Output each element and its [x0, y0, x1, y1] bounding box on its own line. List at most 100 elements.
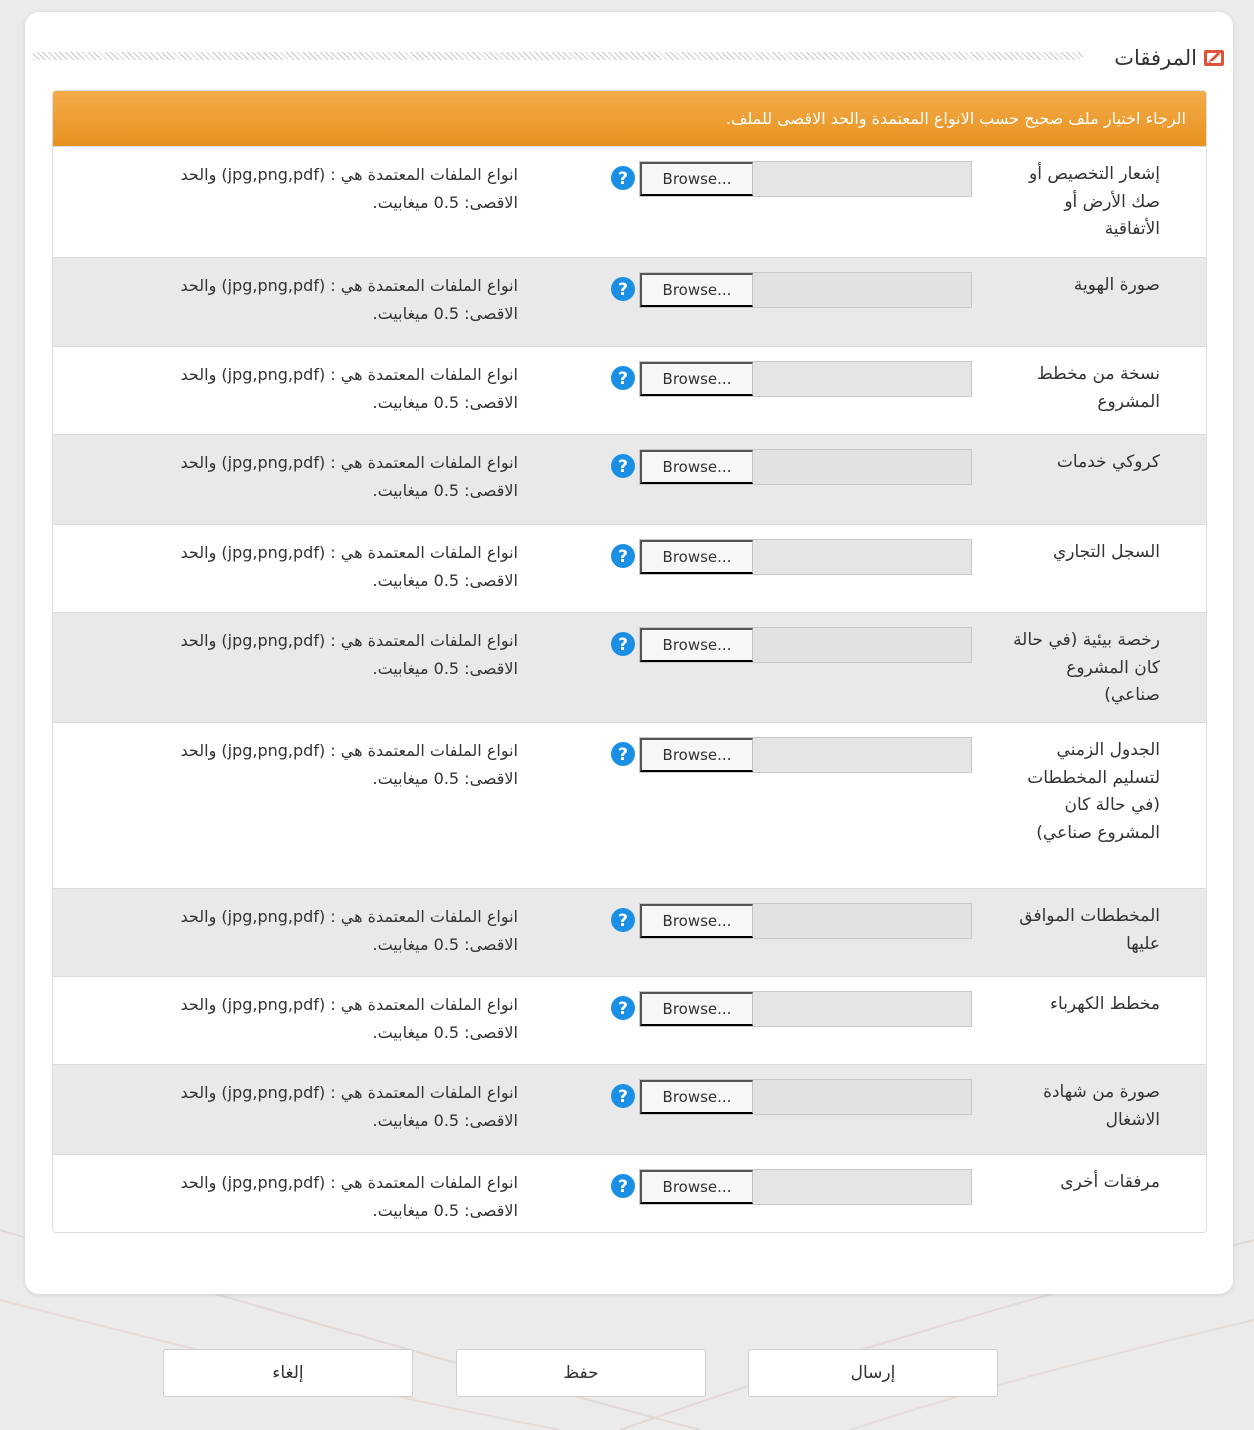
browse-button[interactable]: Browse... — [640, 992, 753, 1026]
file-hint-size: الاقصى: 0.5 ميغابيت. — [372, 1022, 518, 1042]
help-icon[interactable]: ? — [610, 165, 636, 191]
file-hint-types: انواع الملفات المعتمدة هي : (jpg,png,pdf… — [180, 453, 518, 472]
attachments-card: المرفقات الرجاء اختيار ملف صحيح حسب الان… — [25, 12, 1233, 1294]
file-hint: انواع الملفات المعتمدة هي : (jpg,png,pdf… — [108, 627, 518, 682]
attachment-label: صورة من شهادة الاشغال — [1043, 1082, 1160, 1130]
section-title-text: المرفقات — [1114, 46, 1197, 70]
help-icon[interactable]: ? — [610, 907, 636, 933]
header-divider — [33, 52, 1083, 60]
section-title: المرفقات — [1114, 38, 1225, 78]
file-hint-size: الاقصى: 0.5 ميغابيت. — [372, 480, 518, 500]
file-input[interactable]: Browse... — [639, 449, 972, 485]
help-icon[interactable]: ? — [610, 276, 636, 302]
form-actions: إلغاء حفظ إرسال — [0, 1349, 1254, 1399]
file-type-alert: الرجاء اختيار ملف صحيح حسب الانواع المعت… — [53, 91, 1206, 146]
file-hint: انواع الملفات المعتمدة هي : (jpg,png,pdf… — [108, 903, 518, 958]
help-icon[interactable]: ? — [610, 543, 636, 569]
file-input[interactable]: Browse... — [639, 737, 972, 773]
file-hint: انواع الملفات المعتمدة هي : (jpg,png,pdf… — [108, 991, 518, 1046]
browse-button[interactable]: Browse... — [640, 362, 753, 396]
file-hint-types: انواع الملفات المعتمدة هي : (jpg,png,pdf… — [180, 1083, 518, 1102]
file-input[interactable]: Browse... — [639, 627, 972, 663]
attachment-row: المخططات الموافق عليها Browse... ? انواع… — [53, 888, 1206, 976]
attachment-row: الجدول الزمني لتسليم المخططات (في حالة ك… — [53, 722, 1206, 888]
attachment-label: المخططات الموافق عليها — [1019, 906, 1160, 954]
file-hint-size: الاقصى: 0.5 ميغابيت. — [372, 768, 518, 788]
file-input[interactable]: Browse... — [639, 903, 972, 939]
file-hint-size: الاقصى: 0.5 ميغابيت. — [372, 1200, 518, 1220]
attachments-list: إشعار التخصيص أو صك الأرض أو الأتفاقية B… — [53, 146, 1206, 1232]
attachment-row: مخطط الكهرباء Browse... ? انواع الملفات … — [53, 976, 1206, 1064]
browse-button[interactable]: Browse... — [640, 904, 753, 938]
file-hint-size: الاقصى: 0.5 ميغابيت. — [372, 1110, 518, 1130]
file-input[interactable]: Browse... — [639, 539, 972, 575]
attachment-label: الجدول الزمني لتسليم المخططات (في حالة ك… — [1027, 740, 1160, 843]
file-hint-size: الاقصى: 0.5 ميغابيت. — [372, 192, 518, 212]
save-button[interactable]: حفظ — [456, 1349, 706, 1397]
attachment-label: نسخة من مخطط المشروع — [1036, 364, 1160, 412]
file-hint-types: انواع الملفات المعتمدة هي : (jpg,png,pdf… — [180, 1173, 518, 1192]
file-hint-types: انواع الملفات المعتمدة هي : (jpg,png,pdf… — [180, 543, 518, 562]
svg-text:?: ? — [618, 1177, 628, 1197]
attachment-label: مرفقات أخرى — [1060, 1172, 1160, 1192]
attachment-label: رخصة بيئية (في حالة كان المشروع صناعي) — [1013, 630, 1160, 705]
file-input[interactable]: Browse... — [639, 361, 972, 397]
attachment-label: إشعار التخصيص أو صك الأرض أو الأتفاقية — [1028, 164, 1160, 239]
svg-text:?: ? — [618, 169, 628, 189]
file-hint-size: الاقصى: 0.5 ميغابيت. — [372, 392, 518, 412]
attachments-panel: الرجاء اختيار ملف صحيح حسب الانواع المعت… — [52, 90, 1207, 1233]
cancel-button[interactable]: إلغاء — [163, 1349, 413, 1397]
browse-button[interactable]: Browse... — [640, 162, 753, 196]
svg-text:?: ? — [618, 911, 628, 931]
attachment-label: مخطط الكهرباء — [1050, 994, 1160, 1014]
help-icon[interactable]: ? — [610, 453, 636, 479]
file-hint-types: انواع الملفات المعتمدة هي : (jpg,png,pdf… — [180, 631, 518, 650]
file-input[interactable]: Browse... — [639, 1079, 972, 1115]
help-icon[interactable]: ? — [610, 365, 636, 391]
browse-button[interactable]: Browse... — [640, 1170, 753, 1204]
attachment-row: صورة من شهادة الاشغال Browse... ? انواع … — [53, 1064, 1206, 1154]
attachment-row: نسخة من مخطط المشروع Browse... ? انواع ا… — [53, 346, 1206, 434]
file-hint-types: انواع الملفات المعتمدة هي : (jpg,png,pdf… — [180, 365, 518, 384]
file-hint: انواع الملفات المعتمدة هي : (jpg,png,pdf… — [108, 737, 518, 792]
alert-text: الرجاء اختيار ملف صحيح حسب الانواع المعت… — [725, 109, 1186, 128]
svg-text:?: ? — [618, 1087, 628, 1107]
help-icon[interactable]: ? — [610, 1083, 636, 1109]
file-hint: انواع الملفات المعتمدة هي : (jpg,png,pdf… — [108, 361, 518, 416]
submit-button[interactable]: إرسال — [748, 1349, 998, 1397]
file-hint-types: انواع الملفات المعتمدة هي : (jpg,png,pdf… — [180, 995, 518, 1014]
svg-text:?: ? — [618, 635, 628, 655]
file-input[interactable]: Browse... — [639, 991, 972, 1027]
file-hint-types: انواع الملفات المعتمدة هي : (jpg,png,pdf… — [180, 741, 518, 760]
help-icon[interactable]: ? — [610, 631, 636, 657]
file-hint: انواع الملفات المعتمدة هي : (jpg,png,pdf… — [108, 1079, 518, 1134]
section-header: المرفقات — [25, 38, 1233, 78]
attachment-row: كروكي خدمات Browse... ? انواع الملفات ال… — [53, 434, 1206, 524]
file-input[interactable]: Browse... — [639, 272, 972, 308]
file-input[interactable]: Browse... — [639, 1169, 972, 1205]
browse-button[interactable]: Browse... — [640, 628, 753, 662]
browse-button[interactable]: Browse... — [640, 450, 753, 484]
file-hint-size: الاقصى: 0.5 ميغابيت. — [372, 658, 518, 678]
browse-button[interactable]: Browse... — [640, 273, 753, 307]
browse-button[interactable]: Browse... — [640, 738, 753, 772]
svg-text:?: ? — [618, 369, 628, 389]
file-hint: انواع الملفات المعتمدة هي : (jpg,png,pdf… — [108, 1169, 518, 1224]
svg-text:?: ? — [618, 457, 628, 477]
file-input[interactable]: Browse... — [639, 161, 972, 197]
file-hint-size: الاقصى: 0.5 ميغابيت. — [372, 934, 518, 954]
help-icon[interactable]: ? — [610, 1173, 636, 1199]
svg-text:?: ? — [618, 745, 628, 765]
attachment-row: مرفقات أخرى Browse... ? انواع الملفات ال… — [53, 1154, 1206, 1232]
help-icon[interactable]: ? — [610, 741, 636, 767]
file-hint-types: انواع الملفات المعتمدة هي : (jpg,png,pdf… — [180, 276, 518, 295]
browse-button[interactable]: Browse... — [640, 540, 753, 574]
browse-button[interactable]: Browse... — [640, 1080, 753, 1114]
file-hint-types: انواع الملفات المعتمدة هي : (jpg,png,pdf… — [180, 907, 518, 926]
attachment-row: رخصة بيئية (في حالة كان المشروع صناعي) B… — [53, 612, 1206, 722]
file-hint-types: انواع الملفات المعتمدة هي : (jpg,png,pdf… — [180, 165, 518, 184]
file-hint: انواع الملفات المعتمدة هي : (jpg,png,pdf… — [108, 161, 518, 216]
svg-text:?: ? — [618, 547, 628, 567]
help-icon[interactable]: ? — [610, 995, 636, 1021]
edit-attachment-icon — [1204, 50, 1224, 66]
